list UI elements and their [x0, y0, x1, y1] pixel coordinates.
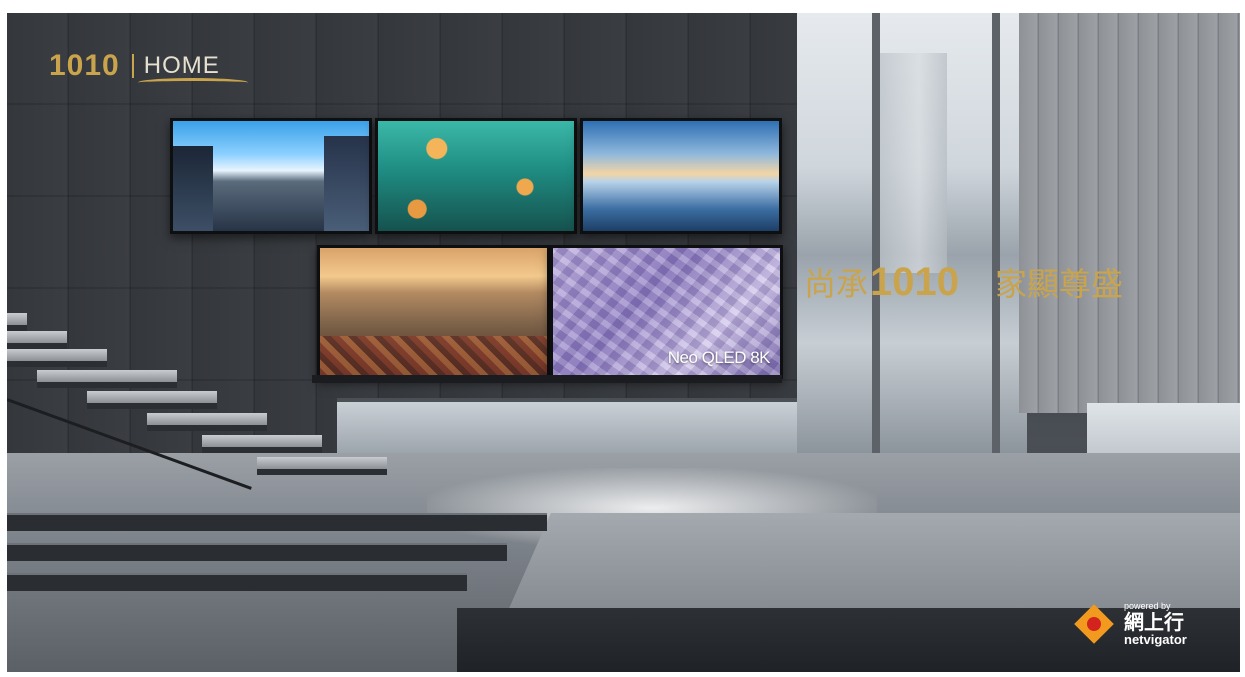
qled-label: Neo QLED 8K [667, 348, 771, 367]
tv-ledge-window [337, 398, 797, 457]
stair-step [7, 313, 27, 331]
netvigator-name-en: netvigator [1124, 632, 1187, 647]
floor-step [7, 513, 547, 531]
netvigator-text: powered by 網上行 netvigator [1124, 601, 1187, 646]
raised-platform [507, 513, 1240, 613]
netvigator-name-cn: 網上行 [1124, 610, 1184, 634]
tall-window [797, 13, 1027, 453]
logo-separator [131, 54, 134, 78]
logo-word-text: HOME [143, 52, 220, 79]
headline-suffix: 家顯尊盛 [995, 265, 1124, 303]
headline: 尚承 1010 家顯尊盛 [804, 259, 1123, 305]
stair-step [7, 331, 67, 349]
skyscraper-view [877, 53, 947, 273]
floor-step [7, 543, 507, 561]
right-wall [1019, 13, 1240, 413]
logo-dot [1087, 616, 1101, 631]
tv-screen-underwater [375, 118, 577, 234]
headline-prefix: 尚承 [804, 265, 869, 303]
logo-swoosh-icon [137, 78, 248, 87]
netvigator-logo-icon [1072, 602, 1116, 646]
brand-logo: 1010 HOME [49, 49, 248, 83]
tv-screen-city [170, 118, 372, 234]
stair-step [7, 349, 107, 367]
stair-step [202, 435, 322, 453]
tv-stand [312, 375, 782, 383]
tv-screen-lake [580, 118, 782, 234]
netvigator-badge: powered by 網上行 netvigator [1072, 601, 1187, 646]
headline-number: 1010 [870, 259, 959, 304]
stair-step [147, 413, 267, 431]
stair-step [37, 370, 177, 388]
floor-step [7, 573, 467, 591]
window-mullion [872, 13, 880, 453]
tv-screen-village [317, 245, 550, 379]
window-mullion [992, 13, 1000, 453]
stair-step [257, 457, 387, 475]
stair-step [87, 391, 217, 409]
tv-screen-qled: Neo QLED 8K [550, 245, 783, 379]
logo-word: HOME [137, 52, 248, 81]
promo-banner: Neo QLED 8K 1010 HOME 尚承 1010 家顯尊盛 power… [7, 13, 1240, 672]
logo-mark: 1010 [49, 49, 120, 82]
